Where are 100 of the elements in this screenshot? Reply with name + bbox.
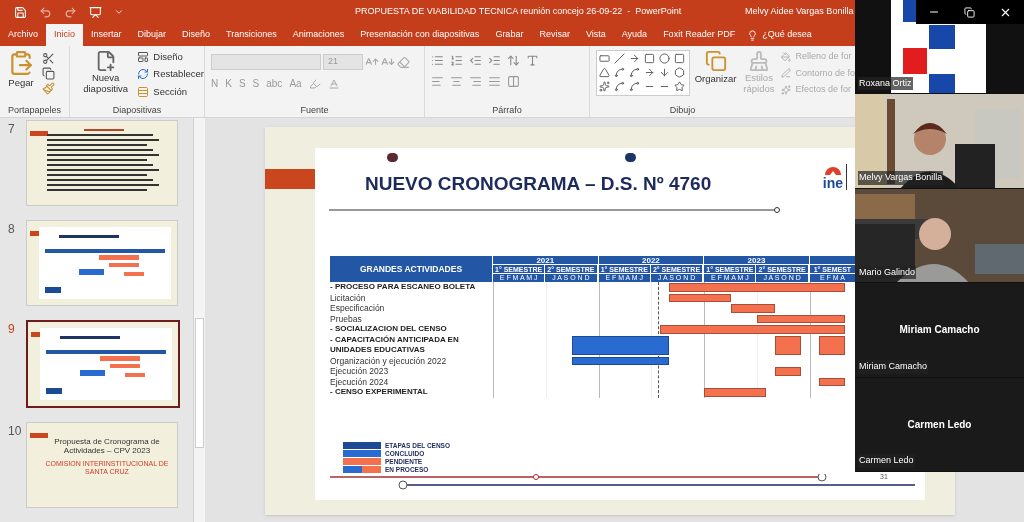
activity-label: Licitación: [330, 292, 366, 303]
gantt-bar: [704, 388, 766, 397]
format-button[interactable]: K: [225, 76, 232, 91]
ine-logo: ine: [822, 164, 847, 190]
ribbon-tab[interactable]: Presentación con diapositivas: [352, 24, 488, 46]
triangle-icon[interactable]: [599, 67, 610, 78]
format-button[interactable]: S: [252, 76, 260, 91]
group-label: Párrafo: [491, 103, 523, 117]
slide-thumbnail[interactable]: [26, 320, 180, 408]
align-left-icon[interactable]: [431, 75, 444, 88]
indent-increase-icon[interactable]: [488, 54, 501, 67]
ribbon-tab[interactable]: Inicio: [46, 24, 84, 46]
ribbon-tab[interactable]: Dibujar: [129, 24, 175, 46]
gantt-bar: [818, 377, 845, 386]
reset-button[interactable]: Restablecer: [137, 67, 204, 82]
layout-button[interactable]: Diseño: [137, 50, 204, 65]
format-button[interactable]: Aa: [289, 76, 302, 91]
restore-icon[interactable]: [964, 6, 975, 18]
participant-name: Melvy Vargas Bonilla: [858, 171, 944, 185]
activity-label: Organización y ejecución 2022: [330, 355, 447, 366]
undo-icon[interactable]: [39, 5, 52, 19]
align-center-icon[interactable]: [450, 75, 463, 88]
ribbon-tab[interactable]: Archivo: [0, 24, 46, 46]
line-icon[interactable]: [613, 53, 625, 64]
ribbon-tab[interactable]: Vista: [577, 24, 614, 46]
cut-icon[interactable]: [42, 52, 55, 65]
arrow-icon[interactable]: [643, 67, 655, 78]
activity-heading: - CAPACITACIÓN ANTICIPADA EN UNIDADES EDUCATIVAS: [330, 334, 460, 356]
slide-title: NUEVO CRONOGRAMA – D.S. Nº 4760: [365, 172, 712, 196]
arrange-icon: [704, 50, 727, 72]
justify-icon[interactable]: [488, 75, 501, 88]
ribbon-tab[interactable]: Revisar: [531, 24, 578, 46]
copy-icon[interactable]: [42, 67, 55, 80]
new-slide-button[interactable]: Nueva diapositiva: [78, 50, 134, 104]
activity-label: Pruebas: [330, 313, 362, 324]
user-name: Melvy Aidee Vargas Bonilla: [745, 5, 854, 19]
activity-label: Especificación: [330, 303, 385, 314]
star-icon[interactable]: [673, 81, 685, 92]
reset-icon: [137, 68, 150, 81]
customize-icon[interactable]: [114, 7, 124, 17]
curve-icon[interactable]: [628, 81, 640, 92]
scrollbar-thumb[interactable]: [195, 318, 204, 448]
group-label: Fuente: [299, 103, 330, 117]
curve-icon[interactable]: [613, 81, 625, 92]
gantt-bar: [774, 367, 801, 376]
slide-accent: [30, 433, 48, 438]
window-title: PROPUESTA DE VIABILIDAD TECNICA reunión concejo 26-09-22 - PowerPoint: [355, 5, 683, 19]
shapes-gallery[interactable]: [596, 50, 690, 96]
save-icon[interactable]: [14, 5, 27, 19]
format-button[interactable]: N: [211, 76, 219, 91]
arrow-icon[interactable]: [658, 67, 670, 78]
year-header: 2022: [642, 256, 660, 264]
text-box-icon[interactable]: [599, 53, 610, 64]
redo-icon[interactable]: [64, 5, 77, 19]
year-header: 2021: [536, 256, 555, 264]
slide-number: 10: [8, 423, 20, 440]
square-icon[interactable]: [643, 53, 655, 64]
effects-icon: [781, 84, 792, 95]
connector-icon[interactable]: [613, 67, 625, 78]
ribbon-tab[interactable]: Insertar: [83, 24, 130, 46]
participant-name: Carmen Ledo: [858, 454, 915, 468]
group-label: Diapositivas: [111, 103, 163, 117]
align-right-icon[interactable]: [469, 75, 482, 88]
connector-icon[interactable]: [628, 67, 640, 78]
ribbon-tab[interactable]: Ayuda: [613, 24, 656, 46]
ribbon-tab[interactable]: Grabar: [487, 24, 532, 46]
paste-button[interactable]: Pegar: [4, 50, 38, 104]
hexagon-icon[interactable]: [673, 67, 685, 78]
line-spacing-icon[interactable]: [507, 54, 520, 67]
arrow-icon[interactable]: [628, 53, 640, 64]
year-header: 2023: [747, 256, 766, 264]
activity-heading: - SOCIALIZACION DEL CENSO: [330, 324, 448, 335]
thumbnail-title: Propuesta de Cronograma de Actividades – CPV 2023: [53, 437, 161, 455]
format-button[interactable]: abc: [266, 76, 283, 91]
bullets-icon[interactable]: [431, 54, 444, 67]
indent-decrease-icon[interactable]: [469, 54, 482, 67]
columns-icon[interactable]: [507, 75, 520, 88]
pen-icon: [781, 68, 792, 79]
participant-display-name: Miriam Camacho: [899, 323, 980, 338]
ribbon-tab[interactable]: Diseño: [174, 24, 219, 46]
activity-heading: - PROCESO PARA ESCANEO BOLETA: [330, 282, 477, 293]
section-icon: [137, 85, 150, 98]
circle-icon[interactable]: [658, 53, 670, 64]
arrange-button[interactable]: Organizar: [694, 50, 737, 104]
participant-display-name: Carmen Ledo: [907, 417, 972, 432]
square-icon[interactable]: [673, 53, 685, 64]
font-color-icon[interactable]: [327, 77, 340, 90]
present-icon[interactable]: [89, 5, 102, 19]
ribbon-tab[interactable]: Transiciones: [218, 24, 285, 46]
activity-label: Ejecución 2023: [330, 366, 389, 377]
font-name-field[interactable]: [211, 54, 321, 70]
section-button[interactable]: Sección: [137, 84, 204, 99]
scrollbar[interactable]: [193, 118, 205, 522]
ribbon-tab[interactable]: Animaciones: [284, 24, 353, 46]
numbering-icon[interactable]: [450, 54, 463, 67]
format-button[interactable]: S: [238, 76, 246, 91]
tell-me-field[interactable]: ¿Qué desea: [762, 28, 812, 42]
ribbon-tab[interactable]: Foxit Reader PDF: [655, 24, 744, 46]
activity-heading: - CENSO EXPERIMENTAL: [330, 387, 429, 398]
slide-number: 7: [8, 121, 16, 138]
